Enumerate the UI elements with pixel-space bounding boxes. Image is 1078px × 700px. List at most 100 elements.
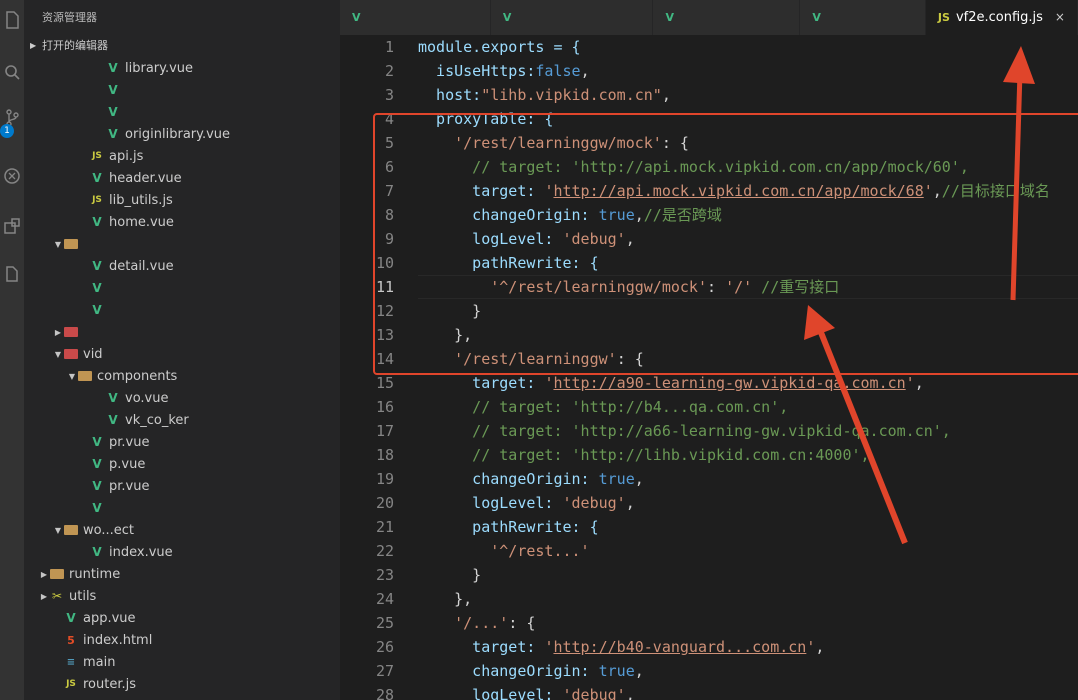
code-line[interactable]: changeOrigin: true, — [418, 659, 1078, 683]
tree-item[interactable]: Vpr.vue — [24, 431, 340, 453]
code-line[interactable]: } — [418, 563, 1078, 587]
code-content[interactable]: module.exports = { isUseHttps:false, hos… — [418, 35, 1078, 700]
code-line[interactable]: target: 'http://b40-vanguard...com.cn', — [418, 635, 1078, 659]
code-line[interactable]: '/...': { — [418, 611, 1078, 635]
code-line[interactable]: host:"lihb.vipkid.com.cn", — [418, 83, 1078, 107]
tree-item[interactable]: ▶ — [24, 321, 340, 343]
tree-item[interactable]: Vp.vue — [24, 453, 340, 475]
tree-item[interactable]: Vlibrary.vue — [24, 57, 340, 79]
tree-item[interactable]: JS lib_utils.js — [24, 189, 340, 211]
code-line[interactable]: '/rest/learninggw/mock': { — [418, 131, 1078, 155]
tree-item[interactable]: V — [24, 79, 340, 101]
code-token: http://a90-learning-gw.vipkid-qa.com.cn — [553, 374, 906, 392]
scm-badge: 1 — [0, 124, 14, 138]
tab[interactable]: V — [653, 0, 801, 35]
code-line[interactable]: // target: 'http://api.mock.vipkid.com.c… — [418, 155, 1078, 179]
tree-item[interactable]: ▼ wo...ect — [24, 519, 340, 541]
tree-item[interactable]: V — [24, 277, 340, 299]
tree-item[interactable]: Vvk_co_ker — [24, 409, 340, 431]
line-number: 19 — [375, 470, 394, 488]
chevron-right-icon: ▶ — [40, 591, 48, 601]
editor-tabs: V V V V JS vf2e.config.js × — [340, 0, 1078, 35]
code-line[interactable]: changeOrigin: true,//是否跨域 — [418, 203, 1078, 227]
tree-item[interactable]: ▶ ✂ utils — [24, 585, 340, 607]
extensions-icon[interactable] — [0, 210, 24, 242]
code-line[interactable]: logLevel: 'debug', — [418, 683, 1078, 700]
tree-item[interactable]: Vapp.vue — [24, 607, 340, 629]
code-line[interactable]: '/rest/learninggw': { — [418, 347, 1078, 371]
open-editors-section[interactable]: ▶ 打开的编辑器 — [24, 35, 340, 57]
tree-item[interactable]: Vvo.vue — [24, 387, 340, 409]
tree-item[interactable]: JS router.js — [24, 673, 340, 695]
vue-file-icon: V — [108, 61, 118, 75]
chevron-down-icon: ▼ — [54, 349, 62, 359]
tree-item[interactable]: ▶ runtime — [24, 563, 340, 585]
code-line[interactable]: changeOrigin: true, — [418, 467, 1078, 491]
tree-item[interactable]: 5 index.html — [24, 629, 340, 651]
code-line[interactable]: logLevel: 'debug', — [418, 227, 1078, 251]
tree-item[interactable]: Vheader.vue — [24, 167, 340, 189]
tab[interactable]: V — [340, 0, 491, 35]
code-line[interactable]: '^/rest...' — [418, 539, 1078, 563]
code-editor[interactable]: 1 2 3 4 5 6 7 8 9 10 11 12 13 14 15 16 17 18 19 20 21 22 23 24 2… — [340, 35, 1078, 700]
tree-item[interactable]: ▼ components — [24, 365, 340, 387]
line-number: 26 — [375, 638, 394, 656]
tree-item-label: router.js — [83, 676, 137, 692]
search-icon[interactable] — [0, 56, 24, 88]
close-icon[interactable]: × — [1055, 0, 1065, 35]
code-line[interactable]: '^/rest/learninggw/mock': '/' //重写接口 — [418, 275, 1078, 299]
vue-file-icon: V — [108, 105, 118, 119]
tab[interactable]: V — [490, 0, 654, 35]
tree-item[interactable]: V — [24, 497, 340, 519]
line-number: 15 — [375, 374, 394, 392]
folder-icon: ✂ — [51, 589, 63, 603]
folder-icon — [50, 569, 64, 579]
tree-item[interactable]: Vindex.vue — [24, 541, 340, 563]
code-line[interactable]: pathRewrite: { — [418, 251, 1078, 275]
tree-item[interactable]: Vdetail.vue — [24, 255, 340, 277]
tree-item-label: api.js — [109, 148, 144, 164]
tab-active[interactable]: JS vf2e.config.js × — [925, 0, 1078, 35]
tree-item-label: library.vue — [125, 60, 194, 76]
debug-icon[interactable] — [0, 160, 24, 192]
tree-item[interactable]: JS api.js — [24, 145, 340, 167]
code-line[interactable]: pathRewrite: { — [418, 515, 1078, 539]
tree-item[interactable]: ▼ — [24, 233, 340, 255]
code-line[interactable]: }, — [418, 323, 1078, 347]
code-line[interactable]: target: 'http://a90-learning-gw.vipkid-q… — [418, 371, 1078, 395]
code-line[interactable]: logLevel: 'debug', — [418, 491, 1078, 515]
code-line[interactable]: // target: 'http://lihb.vipkid.com.cn:40… — [418, 443, 1078, 467]
code-token: changeOrigin: — [418, 662, 599, 680]
vue-file-icon: V — [108, 127, 118, 141]
tree-item-label: app.vue — [83, 610, 136, 626]
remote-icon[interactable] — [0, 258, 24, 290]
code-line[interactable]: // target: 'http://b4...qa.com.cn', — [418, 395, 1078, 419]
chevron-right-icon: ▶ — [54, 327, 62, 337]
tree-item[interactable]: Vpr.vue — [24, 475, 340, 497]
code-line[interactable]: isUseHttps:false, — [418, 59, 1078, 83]
tree-item[interactable]: V — [24, 101, 340, 123]
code-line[interactable]: module.exports = { — [418, 35, 1078, 59]
code-token: 'debug' — [562, 230, 626, 248]
code-token: : { — [508, 614, 536, 632]
tree-item[interactable]: ▼ vid — [24, 343, 340, 365]
code-token: }, — [418, 590, 473, 608]
markdown-file-icon: ≡ — [66, 656, 76, 668]
tree-item-label: main — [83, 654, 116, 670]
code-line[interactable]: } — [418, 299, 1078, 323]
code-line[interactable]: // target: 'http://a66-learning-gw.vipki… — [418, 419, 1078, 443]
js-file-icon: JS — [92, 195, 102, 205]
code-token: 'debug' — [562, 494, 626, 512]
code-token: , — [661, 86, 671, 104]
tree-item[interactable]: ≡ main — [24, 651, 340, 673]
tree-item[interactable]: Voriginlibrary.vue — [24, 123, 340, 145]
tree-item[interactable]: V — [24, 299, 340, 321]
code-line[interactable]: }, — [418, 587, 1078, 611]
code-line[interactable]: target: 'http://api.mock.vipkid.com.cn/a… — [418, 179, 1078, 203]
code-line[interactable]: proxyTable: { — [418, 107, 1078, 131]
files-icon[interactable] — [0, 4, 24, 36]
tree-item-label: pr.vue — [109, 478, 150, 494]
code-token: // target: 'http://lihb.vipkid.com.cn:40… — [418, 446, 870, 464]
tab[interactable]: V — [800, 0, 926, 35]
tree-item[interactable]: Vhome.vue — [24, 211, 340, 233]
